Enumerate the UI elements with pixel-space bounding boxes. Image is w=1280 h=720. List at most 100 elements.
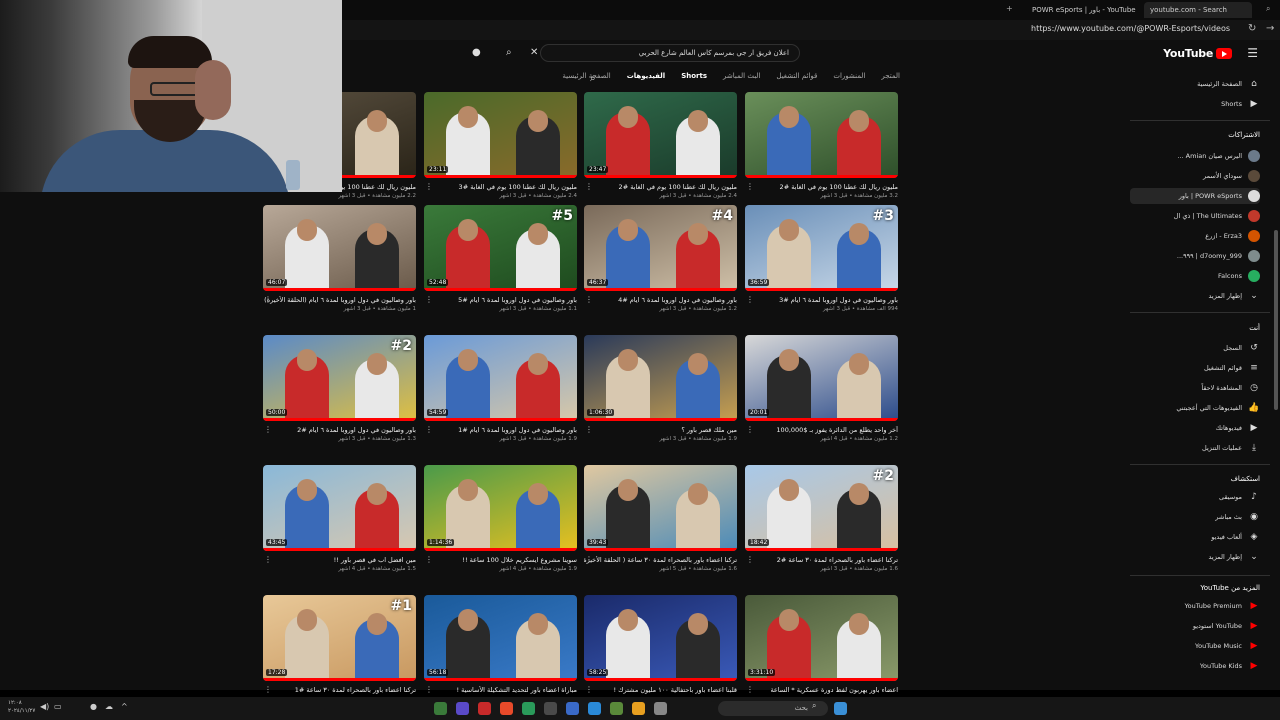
menu-icon[interactable]: ☰ xyxy=(1247,46,1258,60)
sidebar-item-explore[interactable]: ⌄ إظهار المزيد xyxy=(1130,549,1260,565)
sidebar-item-more[interactable]: ▶ YouTube Kids xyxy=(1130,658,1260,674)
video-title[interactable]: مليون ريال لك عطنا 100 يوم في الغابة #2 xyxy=(584,183,737,191)
video-card[interactable]: مليون ريال لك عطنا 100 يوم في الغابة #2 3… xyxy=(745,92,898,199)
video-card[interactable]: 36:59 #3 باور وصاليون في دول اوروبا لمدة ٦… xyxy=(745,205,898,312)
video-thumbnail[interactable]: 36:59 #3 xyxy=(745,205,898,291)
video-thumbnail[interactable]: 3:31:10 xyxy=(745,595,898,681)
youtube-logo[interactable]: YouTube xyxy=(1163,47,1232,60)
clock[interactable]: ١٢:٠٨ ٢٠٢٤/١١/٢٧ xyxy=(8,699,35,715)
video-thumbnail[interactable]: 52:48 #5 xyxy=(424,205,577,291)
video-thumbnail[interactable]: 17:28 #1 xyxy=(263,595,416,681)
page-scrollbar[interactable] xyxy=(1274,230,1278,410)
video-title[interactable]: تركنا اعضاء باور بالصحراء لمدة ٣٠ ساعة #… xyxy=(263,686,416,694)
tab-store[interactable]: المتجر xyxy=(881,72,900,86)
video-thumbnail[interactable]: 58:25 xyxy=(584,595,737,681)
sidebar-item-subs[interactable]: ⌄ إظهار المزيد xyxy=(1130,288,1260,304)
video-card[interactable]: 46:37 #4 باور وصاليون في دول اوروبا لمدة ٦… xyxy=(584,205,737,312)
sidebar-item-you[interactable]: ≡ قوائم التشغيل xyxy=(1130,360,1260,376)
search-input[interactable]: اعلان فريق ار جي بمرسم كاس العالم شارع ا… xyxy=(540,44,800,62)
sidebar-item-subs[interactable]: POWR eSports | باور xyxy=(1130,188,1260,204)
app-icon-5[interactable] xyxy=(522,702,535,715)
sidebar-item-subs[interactable]: سوداي الأسمر xyxy=(1130,168,1260,184)
video-card[interactable]: 56:18 مباراة اعضاء باور لتحديد التشكيلة ا… xyxy=(424,595,577,694)
video-title[interactable]: باور وصاليون في دول اوروبا لمدة ٦ ايام #… xyxy=(584,296,737,304)
video-card[interactable]: 54:59 باور وصاليون في دول اوروبا لمدة ٦ ا… xyxy=(424,335,577,442)
video-card[interactable]: 17:28 #1 تركنا اعضاء باور بالصحراء لمدة ٣٠… xyxy=(263,595,416,694)
sidebar-item-more[interactable]: ▶ YouTube Music xyxy=(1130,638,1260,654)
video-thumbnail[interactable]: 43:45 xyxy=(263,465,416,551)
app-icon-1[interactable] xyxy=(434,702,447,715)
more-actions-icon[interactable]: ⋮ xyxy=(746,295,754,304)
video-thumbnail[interactable]: 23:47 xyxy=(584,92,737,178)
video-card[interactable]: 46:07 باور وصاليون في دول اوروبا لمدة ٦ ا… xyxy=(263,205,416,312)
video-thumbnail[interactable]: 46:37 #4 xyxy=(584,205,737,291)
more-actions-icon[interactable]: ⋮ xyxy=(264,555,272,564)
you-header[interactable]: أنت xyxy=(1130,324,1260,332)
video-title[interactable]: قلبنا اعضاء باور باحتفالية ١٠٠ مليون مشت… xyxy=(584,686,737,694)
more-actions-icon[interactable]: ⋮ xyxy=(585,555,593,564)
video-thumbnail[interactable]: 1:06:30 xyxy=(584,335,737,421)
video-title[interactable]: مين ملك قصر باور ؟ xyxy=(584,426,737,434)
video-thumbnail[interactable]: 46:07 xyxy=(263,205,416,291)
more-actions-icon[interactable]: ⋮ xyxy=(746,555,754,564)
video-thumbnail[interactable]: 54:59 xyxy=(424,335,577,421)
video-title[interactable]: باور وصاليون في دول اوروبا لمدة ٦ ايام #… xyxy=(424,426,577,434)
tab-live[interactable]: البث المباشر xyxy=(723,72,760,86)
edge-icon[interactable] xyxy=(588,702,601,715)
mic-tray-icon[interactable]: ● xyxy=(90,702,97,711)
app-icon-2[interactable] xyxy=(456,702,469,715)
video-title[interactable]: باور وصاليون في دول اوروبا لمدة ٦ ايام #… xyxy=(263,426,416,434)
more-actions-icon[interactable]: ⋮ xyxy=(585,685,593,694)
video-card[interactable]: 20:01 آخر واحد يطلع من الدائرة يفوز بـ $1… xyxy=(745,335,898,442)
tab-playlists[interactable]: قوائم التشغيل xyxy=(776,72,817,86)
video-thumbnail[interactable]: 56:18 xyxy=(424,595,577,681)
search-tabs-icon[interactable]: ⌕ xyxy=(1266,4,1270,14)
video-card[interactable]: 50:00 #2 باور وصاليون في دول اوروبا لمدة ٦… xyxy=(263,335,416,442)
video-title[interactable]: باور وصاليون في دول اوروبا لمدة ٦ ايام (… xyxy=(263,296,416,304)
more-actions-icon[interactable]: ⋮ xyxy=(425,425,433,434)
start-icon[interactable] xyxy=(834,702,847,715)
video-title[interactable]: تركنا اعضاء باور بالصحراء لمدة ٣٠ ساعة (… xyxy=(584,556,737,564)
search-icon[interactable]: ⌕ xyxy=(506,47,512,58)
show-hidden-icons[interactable]: ^ xyxy=(121,702,128,711)
video-card[interactable]: 43:45 مين افضل اب في قصر باور !! 1.5 مليون… xyxy=(263,465,416,572)
sidebar-item-you[interactable]: 👍 الفيديوهات التي أعجبتني xyxy=(1130,400,1260,416)
app-icon-4[interactable] xyxy=(500,702,513,715)
video-thumbnail[interactable]: 23:11 xyxy=(424,92,577,178)
video-card[interactable]: 39:43 تركنا اعضاء باور بالصحراء لمدة ٣٠ س… xyxy=(584,465,737,572)
back-icon[interactable]: → xyxy=(1266,23,1274,34)
app-icon-7[interactable] xyxy=(566,702,579,715)
video-thumbnail[interactable]: 1:14:36 xyxy=(424,465,577,551)
more-actions-icon[interactable]: ⋮ xyxy=(746,425,754,434)
video-thumbnail[interactable]: 18:42 #2 xyxy=(745,465,898,551)
video-card[interactable]: 1:14:36 سوينا مشروع ايسكريم خلال 100 ساعة… xyxy=(424,465,577,572)
video-title[interactable]: باور وصاليون في دول اوروبا لمدة ٦ ايام #… xyxy=(424,296,577,304)
sidebar-item-subs[interactable]: Erza3 - ازرع xyxy=(1130,228,1260,244)
more-actions-icon[interactable]: ⋮ xyxy=(264,295,272,304)
more-actions-icon[interactable]: ⋮ xyxy=(585,425,593,434)
app-icon-11[interactable] xyxy=(654,702,667,715)
clear-search-icon[interactable]: ✕ xyxy=(530,47,538,58)
video-card[interactable]: 18:42 #2 تركنا اعضاء باور بالصحراء لمدة ٣٠… xyxy=(745,465,898,572)
sidebar-item-subs[interactable]: اليرس صيان Amian ... xyxy=(1130,148,1260,164)
more-actions-icon[interactable]: ⋮ xyxy=(746,685,754,694)
mic-icon[interactable]: ● xyxy=(472,47,481,58)
sidebar-item-subs[interactable]: The Ultimates | ذي ال xyxy=(1130,208,1260,224)
more-actions-icon[interactable]: ⋮ xyxy=(585,182,593,191)
cloud-icon[interactable]: ☁ xyxy=(105,702,113,711)
video-title[interactable]: باور وصاليون في دول اوروبا لمدة ٦ ايام #… xyxy=(745,296,898,304)
sidebar-item-explore[interactable]: ♪ موسيقى xyxy=(1130,489,1260,505)
more-actions-icon[interactable]: ⋮ xyxy=(264,425,272,434)
sidebar-item-explore[interactable]: ◉ بث مباشر xyxy=(1130,509,1260,525)
tab-home[interactable]: الصفحة الرئيسية xyxy=(562,72,610,86)
tab-shorts[interactable]: Shorts xyxy=(681,72,707,86)
video-card[interactable]: 23:47 مليون ريال لك عطنا 100 يوم في الغاب… xyxy=(584,92,737,199)
tab-powr-esports[interactable]: POWR eSports | باور - YouTube xyxy=(1026,2,1136,18)
more-actions-icon[interactable]: ⋮ xyxy=(425,555,433,564)
more-actions-icon[interactable]: ⋮ xyxy=(425,295,433,304)
folder-icon[interactable] xyxy=(632,702,645,715)
video-title[interactable]: مين افضل اب في قصر باور !! xyxy=(263,556,416,564)
more-actions-icon[interactable]: ⋮ xyxy=(585,295,593,304)
video-thumbnail[interactable]: 20:01 xyxy=(745,335,898,421)
sidebar-item-you[interactable]: ↺ السجل xyxy=(1130,340,1260,356)
